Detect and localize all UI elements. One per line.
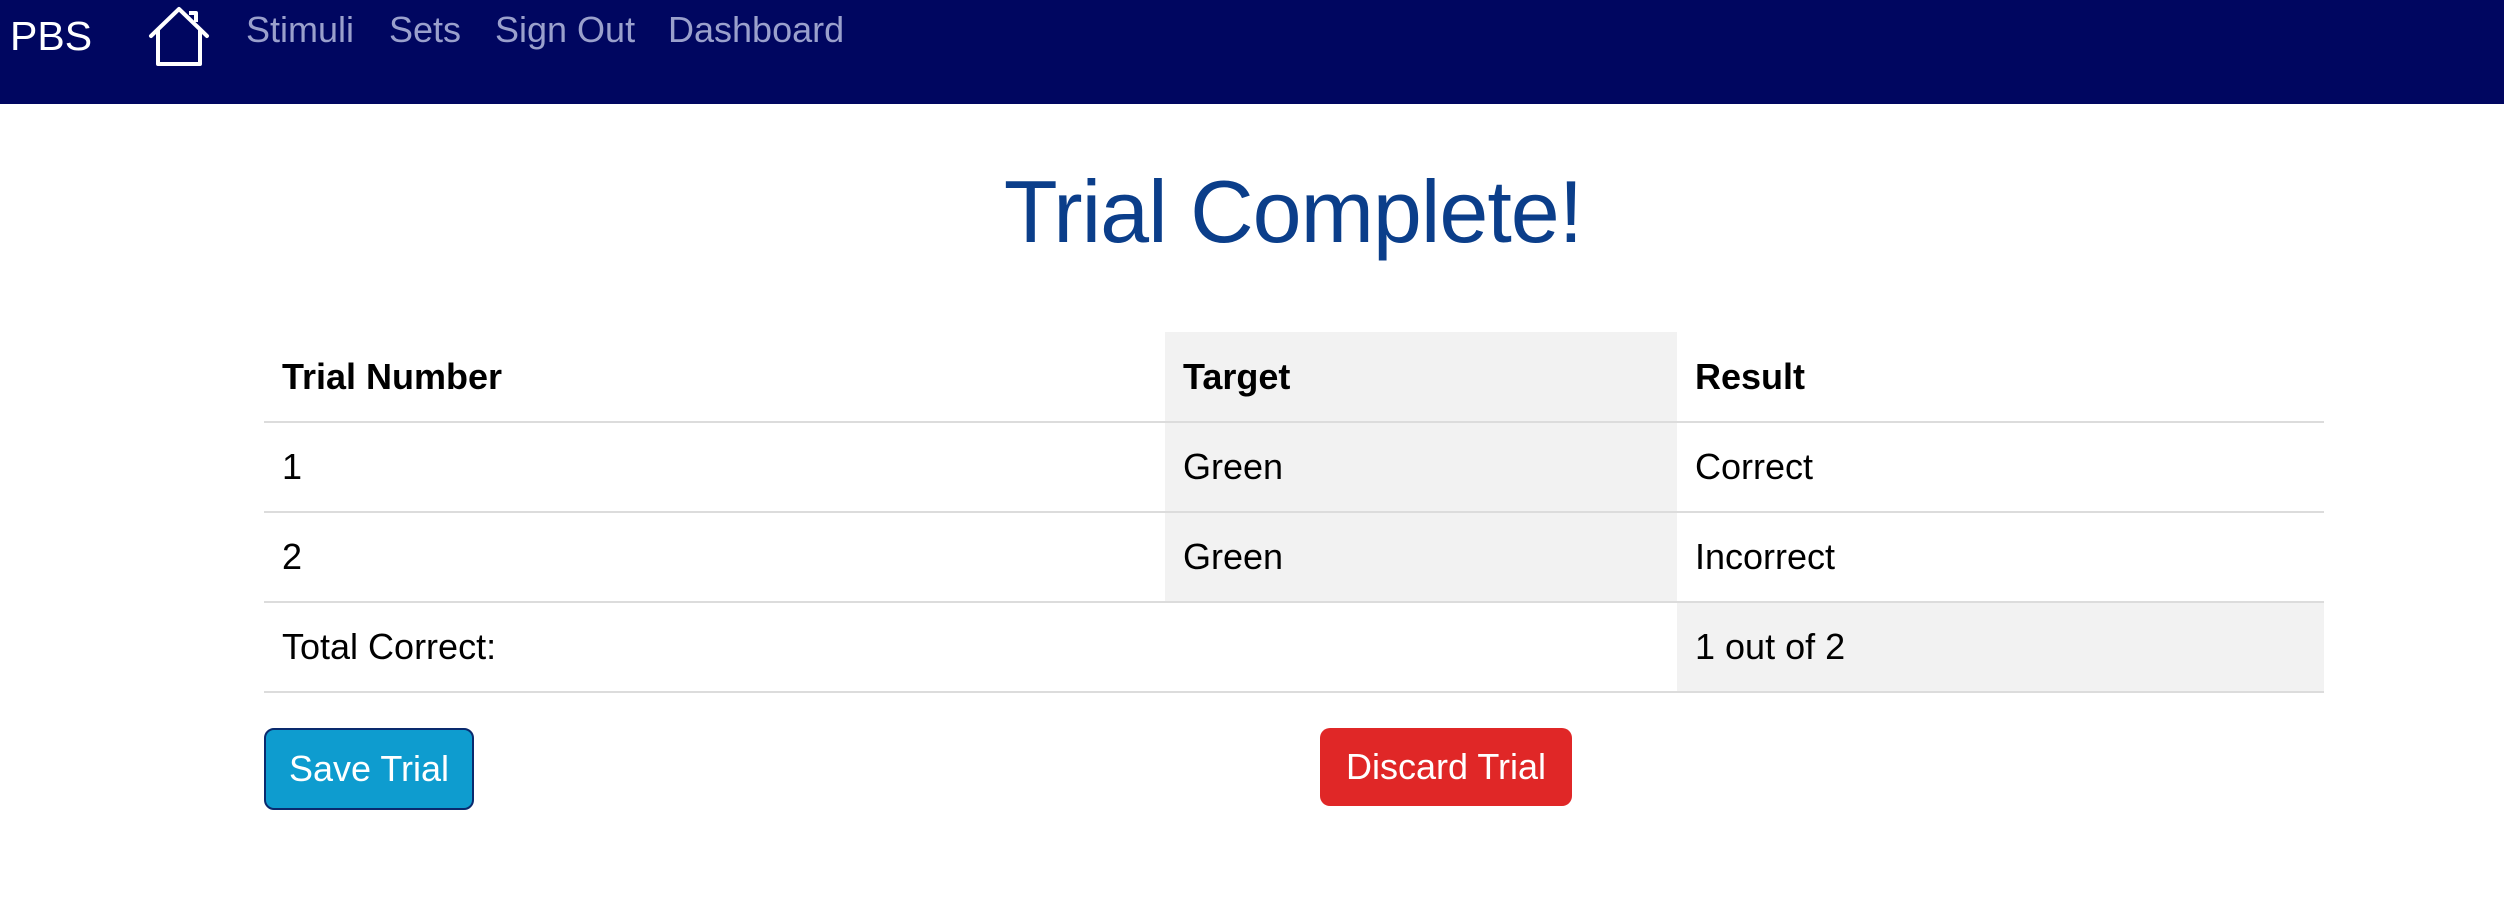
save-trial-button[interactable]: Save Trial — [264, 728, 474, 810]
trial-number-cell: 1 — [264, 422, 1165, 513]
table-row: 1 Green Correct — [264, 422, 2324, 513]
brand-logo[interactable]: PBS — [10, 12, 92, 60]
total-correct-value: 1 out of 2 — [1677, 602, 2324, 693]
top-navbar: PBS Stimuli Sets Sign Out Dashboard — [0, 0, 2504, 104]
nav-link-stimuli[interactable]: Stimuli — [246, 8, 354, 52]
discard-trial-button[interactable]: Discard Trial — [1320, 728, 1572, 806]
header-trial-number: Trial Number — [264, 332, 1165, 423]
result-cell: Correct — [1677, 422, 2324, 513]
home-icon-graphic — [149, 7, 209, 66]
result-cell: Incorrect — [1677, 512, 2324, 603]
home-icon[interactable] — [146, 4, 212, 68]
table-header-row: Trial Number Target Result — [264, 332, 2324, 423]
total-correct-label: Total Correct: — [264, 602, 1677, 693]
trial-number-cell: 2 — [264, 512, 1165, 603]
nav-link-dashboard[interactable]: Dashboard — [668, 8, 844, 52]
target-cell: Green — [1165, 422, 1677, 513]
header-result: Result — [1677, 332, 2324, 423]
total-row: Total Correct: 1 out of 2 — [264, 602, 2324, 693]
page-title: Trial Complete! — [1003, 162, 1583, 261]
nav-link-sign-out[interactable]: Sign Out — [495, 8, 635, 52]
header-target: Target — [1165, 332, 1677, 423]
table-row: 2 Green Incorrect — [264, 512, 2324, 603]
nav-link-sets[interactable]: Sets — [389, 8, 461, 52]
target-cell: Green — [1165, 512, 1677, 603]
results-table: Trial Number Target Result 1 Green Corre… — [264, 332, 2324, 693]
